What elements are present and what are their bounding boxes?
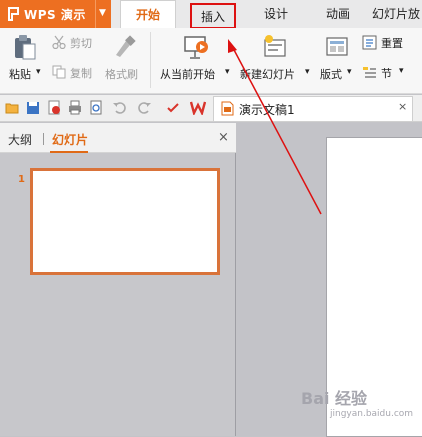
document-tab[interactable]: 演示文稿1 × <box>213 96 413 121</box>
tab-slides[interactable]: 幻灯片 <box>52 131 88 148</box>
reset-button[interactable]: 重置 <box>362 34 414 52</box>
slide-editing-area: Bai 经验 jingyan.baidu.com <box>237 123 422 437</box>
new-slide-label: 新建幻灯片 <box>240 68 295 81</box>
save-icon[interactable] <box>26 100 40 115</box>
wps-app-menu-button[interactable]: WPS 演示 ▼ <box>0 0 111 28</box>
active-tab-indicator <box>50 151 88 153</box>
format-painter-button[interactable]: 格式刷 <box>104 32 144 88</box>
slides-panel: 大纲 幻灯片 × 1 <box>0 123 236 436</box>
format-painter-icon <box>116 35 136 57</box>
cut-label: 剪切 <box>70 37 92 50</box>
watermark: Bai 经验 <box>301 389 368 408</box>
document-title: 演示文稿1 <box>239 103 295 117</box>
new-slide-icon <box>264 35 286 57</box>
cut-icon <box>52 35 66 49</box>
document-icon <box>221 101 234 116</box>
close-icon[interactable]: × <box>398 100 407 113</box>
close-icon[interactable]: × <box>218 130 229 145</box>
slideshow-from-current-icon <box>184 36 208 59</box>
format-painter-label: 格式刷 <box>105 68 138 81</box>
layout-button[interactable]: 版式 ▾ <box>318 32 358 88</box>
tab-design[interactable]: 设计 <box>256 0 296 28</box>
layout-label: 版式 <box>320 68 342 81</box>
ribbon-home: 粘贴 ▾ 剪切 复制 格式刷 从当前开始 ▾ 新建幻灯片 ▾ 版式 ▾ 重置 节… <box>0 28 422 94</box>
undo-icon[interactable] <box>112 100 126 115</box>
section-icon <box>363 67 376 78</box>
copy-button[interactable]: 复制 <box>52 64 100 82</box>
app-menu-dropdown[interactable]: ▼ <box>95 0 111 28</box>
tab-animation[interactable]: 动画 <box>318 0 358 28</box>
print-preview-icon[interactable] <box>89 100 103 115</box>
app-name: WPS 演示 <box>24 8 86 22</box>
open-folder-icon[interactable] <box>5 100 19 115</box>
paste-icon <box>15 35 36 60</box>
slide-number: 1 <box>18 174 25 185</box>
new-slide-button[interactable]: 新建幻灯片 ▾ <box>238 32 314 88</box>
chevron-down-icon[interactable]: ▾ <box>347 67 352 77</box>
layout-icon <box>326 37 348 56</box>
section-button[interactable]: 节 ▾ <box>362 64 418 82</box>
tab-home[interactable]: 开始 <box>120 0 176 28</box>
wps-w-icon[interactable] <box>190 100 206 115</box>
section-label: 节 <box>381 67 392 80</box>
reset-icon <box>362 35 377 50</box>
paste-button[interactable]: 粘贴 ▾ <box>6 32 46 88</box>
checkmark-icon[interactable] <box>166 100 180 115</box>
cut-button[interactable]: 剪切 <box>52 34 100 52</box>
tab-divider <box>43 133 44 145</box>
chevron-down-icon[interactable]: ▾ <box>305 67 310 77</box>
reset-label: 重置 <box>381 37 403 50</box>
redo-icon[interactable] <box>138 100 152 115</box>
chevron-down-icon: ▼ <box>99 8 106 18</box>
chevron-down-icon[interactable]: ▾ <box>399 66 404 76</box>
print-icon[interactable] <box>68 100 82 115</box>
ribbon-separator <box>150 32 151 88</box>
from-current-slide-button[interactable]: 从当前开始 ▾ <box>158 32 234 88</box>
wps-logo-icon <box>8 7 19 21</box>
watermark-url: jingyan.baidu.com <box>330 409 414 419</box>
tab-outline[interactable]: 大纲 <box>8 131 32 148</box>
chevron-down-icon[interactable]: ▾ <box>225 67 230 77</box>
panel-tabs: 大纲 幻灯片 × <box>0 123 236 153</box>
from-current-label: 从当前开始 <box>160 68 215 81</box>
title-tab-bar: WPS 演示 ▼ 开始 插入 设计 动画 幻灯片放 <box>0 0 422 29</box>
copy-icon <box>52 65 66 79</box>
paste-dropdown-icon[interactable]: ▾ <box>36 67 41 77</box>
paste-label: 粘贴 <box>9 68 31 81</box>
slide-thumbnail[interactable] <box>30 168 220 275</box>
copy-label: 复制 <box>70 67 92 80</box>
export-pdf-icon[interactable] <box>47 100 61 115</box>
tab-slideshow[interactable]: 幻灯片放 <box>372 0 422 28</box>
tab-insert[interactable]: 插入 <box>190 3 236 29</box>
